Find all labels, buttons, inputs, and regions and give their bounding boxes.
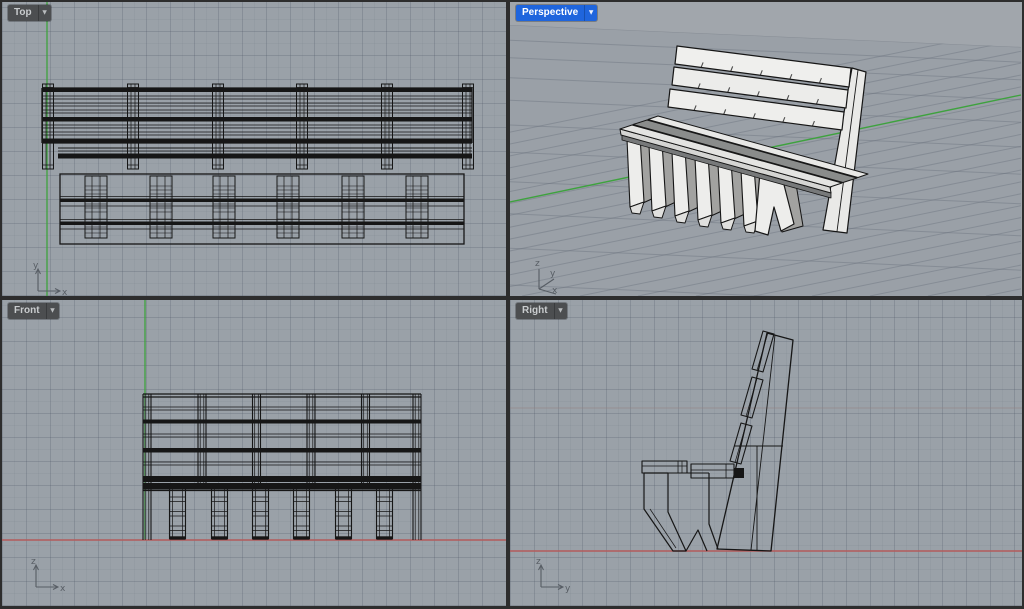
viewport-title[interactable]: Perspective (516, 5, 584, 21)
viewport-menu-button[interactable]: ▾ (584, 5, 597, 21)
top-view-canvas[interactable]: y x (2, 2, 506, 296)
axis-label-y: y (33, 261, 39, 271)
viewport-title[interactable]: Right (516, 303, 554, 319)
axis-label-x: x (60, 584, 66, 594)
axis-label-z: z (535, 259, 540, 269)
viewport-tab-top[interactable]: Top ▾ (8, 5, 51, 21)
chevron-down-icon: ▾ (51, 303, 55, 319)
viewport-tab-perspective[interactable]: Perspective ▾ (516, 5, 597, 21)
viewport-right[interactable]: z y Right ▾ (510, 300, 1022, 606)
viewport-title[interactable]: Front (8, 303, 46, 319)
bench-top-wireframe (42, 84, 474, 244)
viewport-tab-front[interactable]: Front ▾ (8, 303, 59, 319)
viewport-menu-button[interactable]: ▾ (38, 5, 51, 21)
chevron-down-icon: ▾ (559, 303, 563, 319)
axis-label-z: z (536, 557, 541, 567)
right-view-canvas[interactable]: z y (510, 300, 1022, 606)
perspective-view-canvas[interactable]: z y x (510, 2, 1022, 296)
axis-label-x: x (62, 288, 68, 296)
axis-label-y: y (565, 584, 571, 594)
viewport-menu-button[interactable]: ▾ (46, 303, 59, 319)
viewport-perspective[interactable]: z y x Perspective ▾ (510, 2, 1022, 296)
cplane-axis-gizmo: z x (31, 557, 66, 594)
bench-front-wireframe (143, 394, 421, 540)
viewport-front[interactable]: z x Front ▾ (2, 300, 506, 606)
cplane-axis-gizmo: y x (33, 261, 68, 296)
rhino-four-viewport-layout: y x Top ▾ (0, 0, 1024, 609)
cplane-axis-gizmo: z y (536, 557, 571, 594)
axis-label-z: z (31, 557, 36, 567)
chevron-down-icon: ▾ (589, 5, 593, 21)
viewport-menu-button[interactable]: ▾ (554, 303, 567, 319)
axis-label-y: y (550, 269, 556, 279)
chevron-down-icon: ▾ (43, 5, 47, 21)
axis-label-x: x (552, 286, 558, 296)
bench-right-wireframe (642, 331, 793, 551)
viewport-top[interactable]: y x Top ▾ (2, 2, 506, 296)
viewport-tab-right[interactable]: Right ▾ (516, 303, 567, 319)
front-view-canvas[interactable]: z x (2, 300, 506, 606)
viewport-title[interactable]: Top (8, 5, 38, 21)
